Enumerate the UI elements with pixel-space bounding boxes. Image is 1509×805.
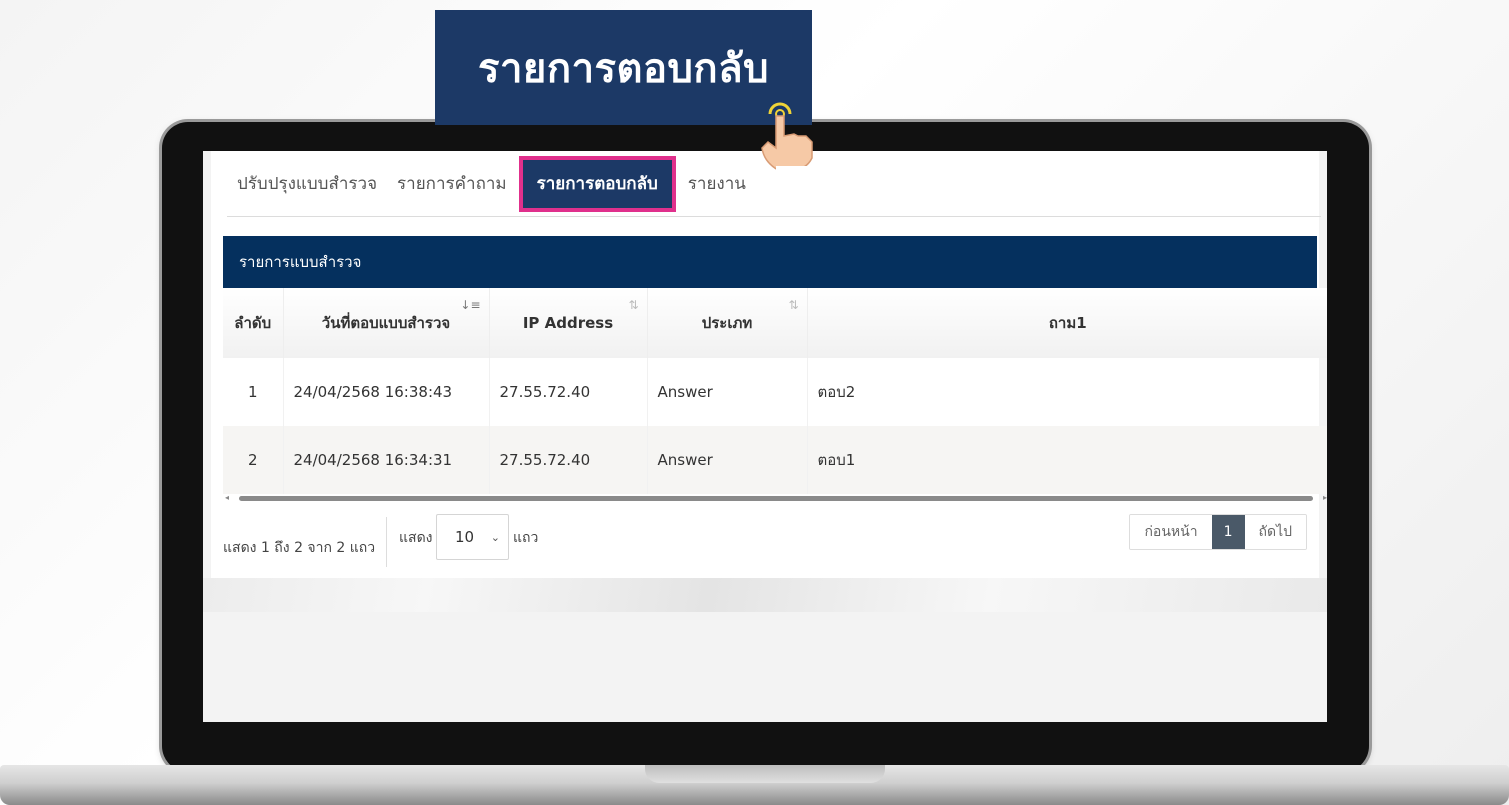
banner-title: รายการตอบกลับ <box>477 45 770 92</box>
col-header-type[interactable]: ประเภท ⇅ <box>647 288 808 358</box>
table-row: 1 24/04/2568 16:38:43 27.55.72.40 Answer… <box>223 358 1327 426</box>
next-page-button[interactable]: ถัดไป <box>1244 515 1306 549</box>
laptop-notch <box>645 765 885 783</box>
divider <box>386 517 387 567</box>
laptop-screen: ปรับปรุงแบบสำรวจ รายการคำถาม รายการตอบกล… <box>203 151 1327 722</box>
tap-hand-icon <box>761 102 813 172</box>
responses-table: ลำดับ วันที่ตอบแบบสำรวจ ↓≡ IP Address ⇅ … <box>223 288 1327 494</box>
page-1-button[interactable]: 1 <box>1211 515 1245 549</box>
tab-edit-survey[interactable]: ปรับปรุงแบบสำรวจ <box>227 170 387 197</box>
cell-ip: 27.55.72.40 <box>489 358 648 426</box>
card-title: รายการแบบสำรวจ <box>239 253 362 271</box>
prev-page-button[interactable]: ก่อนหน้า <box>1130 515 1212 549</box>
sort-icon: ⇅ <box>788 298 799 312</box>
cell-date: 24/04/2568 16:34:31 <box>283 426 490 494</box>
sort-icon: ⇅ <box>628 298 639 312</box>
content-panel: ปรับปรุงแบบสำรวจ รายการคำถาม รายการตอบกล… <box>211 151 1327 578</box>
chevron-down-icon: ⌄ <box>490 530 500 544</box>
card-header: รายการแบบสำรวจ <box>223 236 1317 288</box>
cell-no: 2 <box>223 426 284 494</box>
col-header-ip[interactable]: IP Address ⇅ <box>489 288 648 358</box>
length-suffix: แถว <box>513 530 539 546</box>
cell-no: 1 <box>223 358 284 426</box>
cell-answer: ตอบ2 <box>807 358 1327 426</box>
col-header-no[interactable]: ลำดับ <box>223 288 284 358</box>
tab-responses[interactable]: รายการตอบกลับ <box>518 155 676 212</box>
scroll-right-icon[interactable]: ▸ <box>1323 493 1327 502</box>
sort-desc-icon: ↓≡ <box>460 298 481 312</box>
horizontal-scrollbar[interactable]: ◂ ▸ <box>223 493 1327 503</box>
scroll-left-icon[interactable]: ◂ <box>225 493 229 502</box>
scrollbar-thumb[interactable] <box>239 496 1313 501</box>
col-header-q1[interactable]: ถาม1 <box>807 288 1327 358</box>
feature-title-banner: รายการตอบกลับ <box>435 10 812 125</box>
cell-type: Answer <box>647 358 808 426</box>
cell-date: 24/04/2568 16:38:43 <box>283 358 490 426</box>
length-label: แสดง <box>399 530 433 546</box>
col-header-date[interactable]: วันที่ตอบแบบสำรวจ ↓≡ <box>283 288 490 358</box>
page-length-select[interactable]: 10 ⌄ <box>436 514 509 560</box>
table-info: แสดง 1 ถึง 2 จาก 2 แถว <box>223 540 376 556</box>
pagination: ก่อนหน้า 1 ถัดไป <box>1129 514 1307 550</box>
cell-type: Answer <box>647 426 808 494</box>
cell-ip: 27.55.72.40 <box>489 426 648 494</box>
tab-questions[interactable]: รายการคำถาม <box>387 170 517 197</box>
tab-report[interactable]: รายงาน <box>678 170 756 197</box>
background-decoration <box>203 578 1327 612</box>
page-length-value: 10 <box>455 528 475 546</box>
table-row: 2 24/04/2568 16:34:31 27.55.72.40 Answer… <box>223 426 1327 494</box>
cell-answer: ตอบ1 <box>807 426 1327 494</box>
